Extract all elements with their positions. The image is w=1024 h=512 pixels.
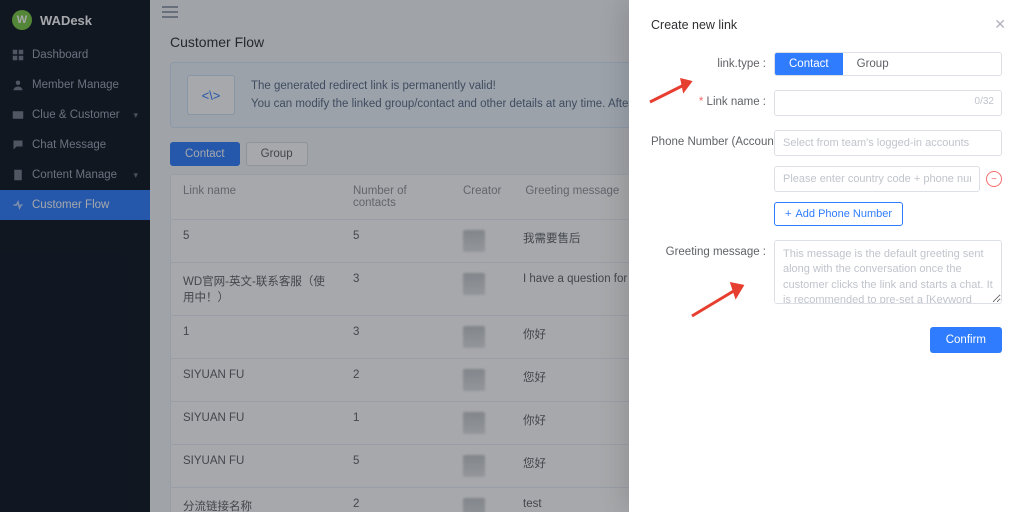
plus-icon: +	[785, 208, 791, 220]
remove-phone-icon[interactable]: −	[986, 171, 1002, 187]
phone-account-select[interactable]	[774, 130, 1002, 156]
type-option-contact[interactable]: Contact	[775, 53, 843, 75]
add-phone-label: Add Phone Number	[795, 208, 892, 220]
create-link-modal: Create new link ✕ link.type : Contact Gr…	[629, 0, 1024, 512]
close-icon[interactable]: ✕	[994, 16, 1006, 33]
link-type-radio: Contact Group	[774, 52, 1002, 76]
link-name-input[interactable]	[774, 90, 1002, 116]
greeting-message-textarea[interactable]	[774, 240, 1002, 304]
link-name-counter: 0/32	[975, 96, 994, 107]
add-phone-button[interactable]: + Add Phone Number	[774, 202, 903, 226]
label-link-type: link.type :	[651, 52, 766, 70]
confirm-button[interactable]: Confirm	[930, 327, 1002, 353]
phone-number-input[interactable]	[774, 166, 980, 192]
label-greeting: Greeting message :	[651, 240, 766, 258]
label-link-name: Link name :	[651, 90, 766, 108]
label-phone-number: Phone Number (Account) :	[651, 130, 766, 148]
type-option-group[interactable]: Group	[843, 53, 903, 75]
modal-title: Create new link	[651, 18, 1002, 32]
